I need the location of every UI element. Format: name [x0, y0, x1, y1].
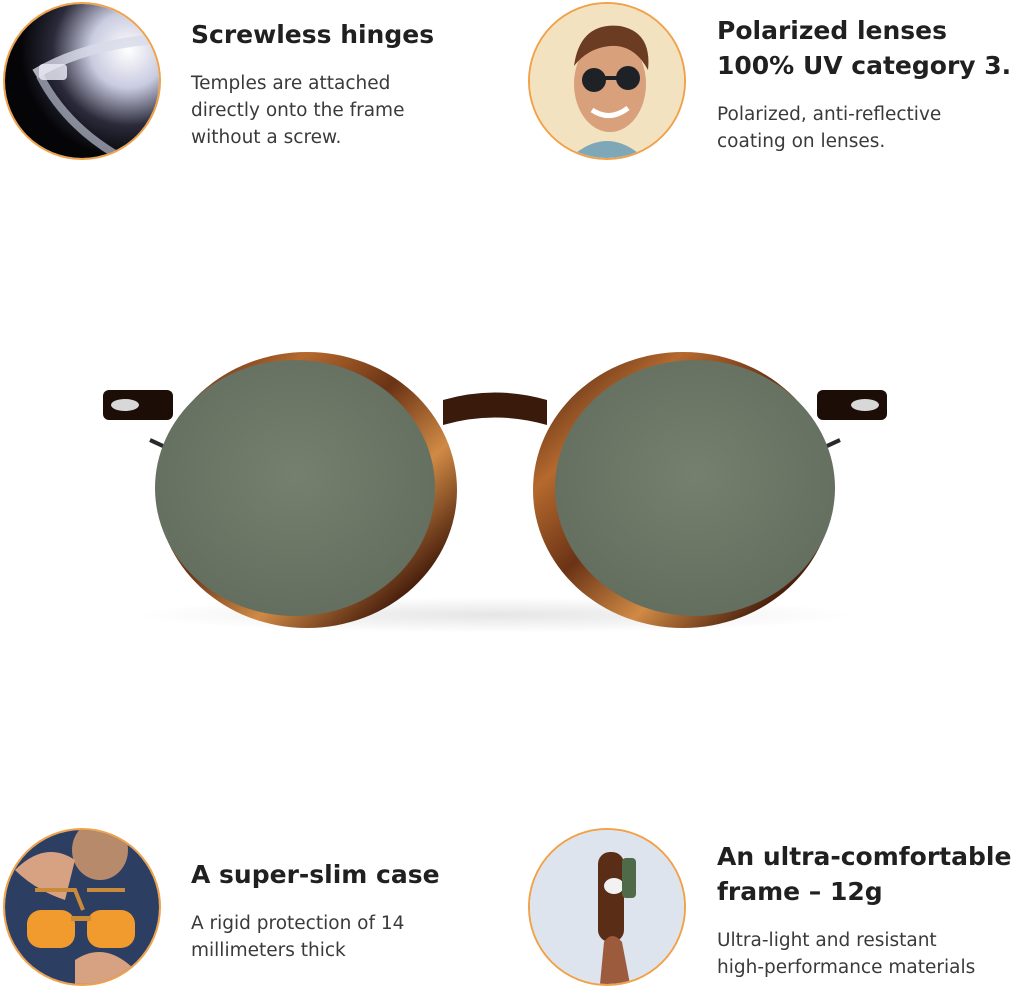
hinge-closeup-image [3, 2, 161, 160]
feature-description: Temples are attached directly onto the f… [191, 73, 405, 148]
hands-holding-glasses-image [3, 828, 161, 986]
hand-holding-case-image [528, 828, 686, 986]
feature-title: Screwless hinges [191, 20, 435, 49]
product-sunglasses-image [95, 330, 895, 650]
feature-description: Ultra-light and resistant high-performan… [717, 930, 976, 978]
feature-title: An ultra-comfortable frame – 12g [717, 842, 1012, 906]
feature-description: A rigid protection of 14 millimeters thi… [191, 913, 405, 961]
man-wearing-sunglasses-image [528, 2, 686, 160]
feature-title: Polarized lenses 100% UV category 3. [717, 16, 1012, 80]
feature-title: A super-slim case [191, 860, 440, 889]
feature-description: Polarized, anti-reflective coating on le… [717, 104, 942, 152]
